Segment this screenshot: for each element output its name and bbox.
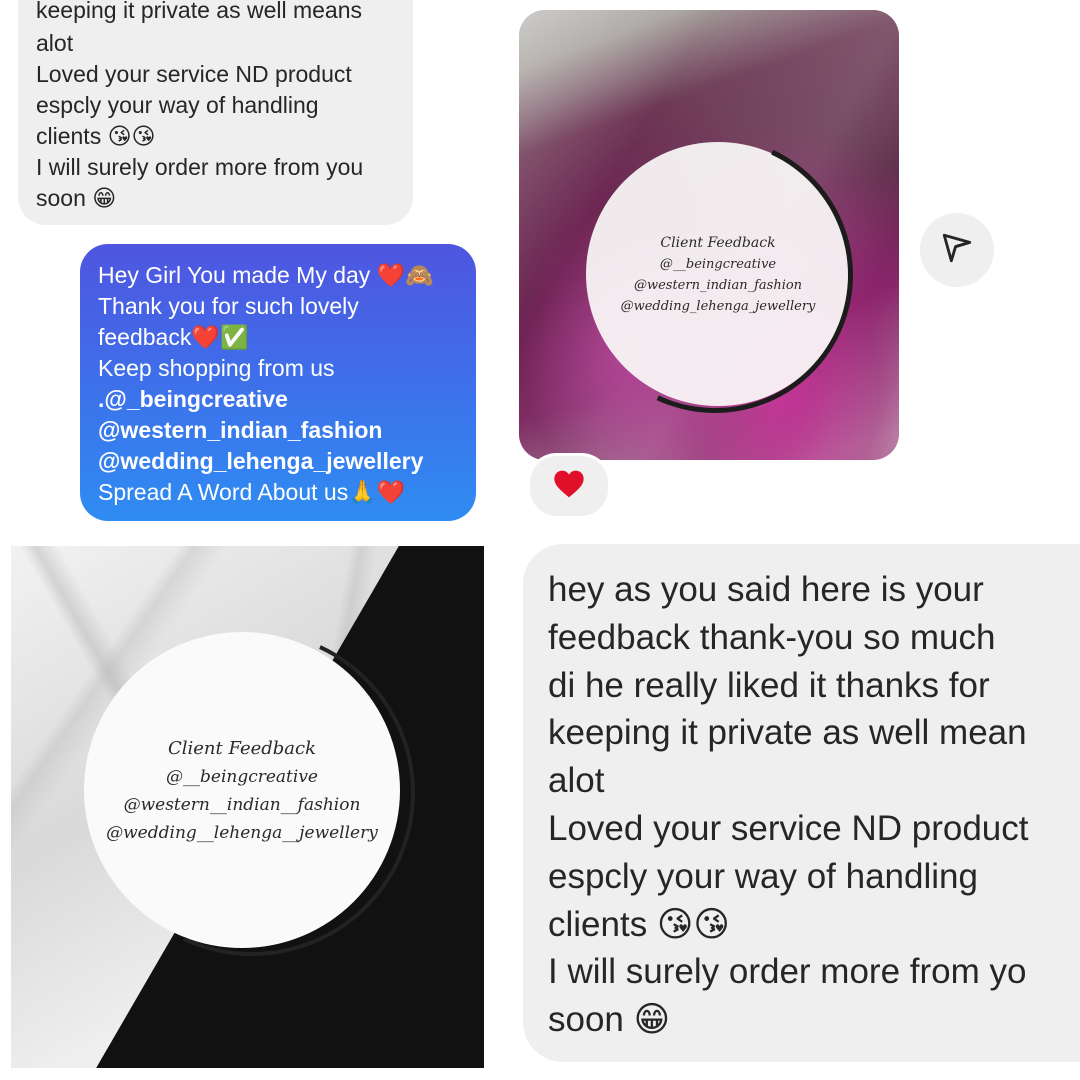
incoming-message-bubble-top[interactable]: keeping it private as well means alot Lo… xyxy=(18,0,413,225)
reply-mention-1[interactable]: .@_beingcreative xyxy=(98,386,288,413)
heart-reaction[interactable] xyxy=(527,453,611,519)
share-button[interactable] xyxy=(920,213,994,287)
reply-line-8: Spread A Word About us🙏❤️ xyxy=(98,479,406,505)
message-text: alot Loved your service ND product espcl… xyxy=(36,30,364,211)
incoming-message-bubble-large[interactable]: hey as you said here is your feedback th… xyxy=(523,544,1080,1062)
feedback-cover-image: Client Feedback @__beingcreative @wester… xyxy=(11,546,484,1068)
reply-line-1: Hey Girl You made My day ❤️🙈 xyxy=(98,262,434,288)
message-text-large: hey as you said here is your feedback th… xyxy=(548,570,1029,1040)
message-partial-line: keeping it private as well means xyxy=(36,0,362,23)
heart-icon xyxy=(553,469,585,504)
reply-line-4: Keep shopping from us xyxy=(98,355,335,381)
shared-photo[interactable]: Client Feedback @__beingcreative @wester… xyxy=(519,10,899,460)
outgoing-message-bubble[interactable]: Hey Girl You made My day ❤️🙈 Thank you f… xyxy=(80,244,476,521)
reply-line-3: feedback❤️✅ xyxy=(98,324,249,350)
reply-mention-3[interactable]: @wedding_lehenga_jewellery xyxy=(98,448,423,475)
paper-plane-icon xyxy=(940,231,974,270)
reply-mention-2[interactable]: @western_indian_fashion xyxy=(98,417,382,444)
reply-line-2: Thank you for such lovely xyxy=(98,293,359,319)
